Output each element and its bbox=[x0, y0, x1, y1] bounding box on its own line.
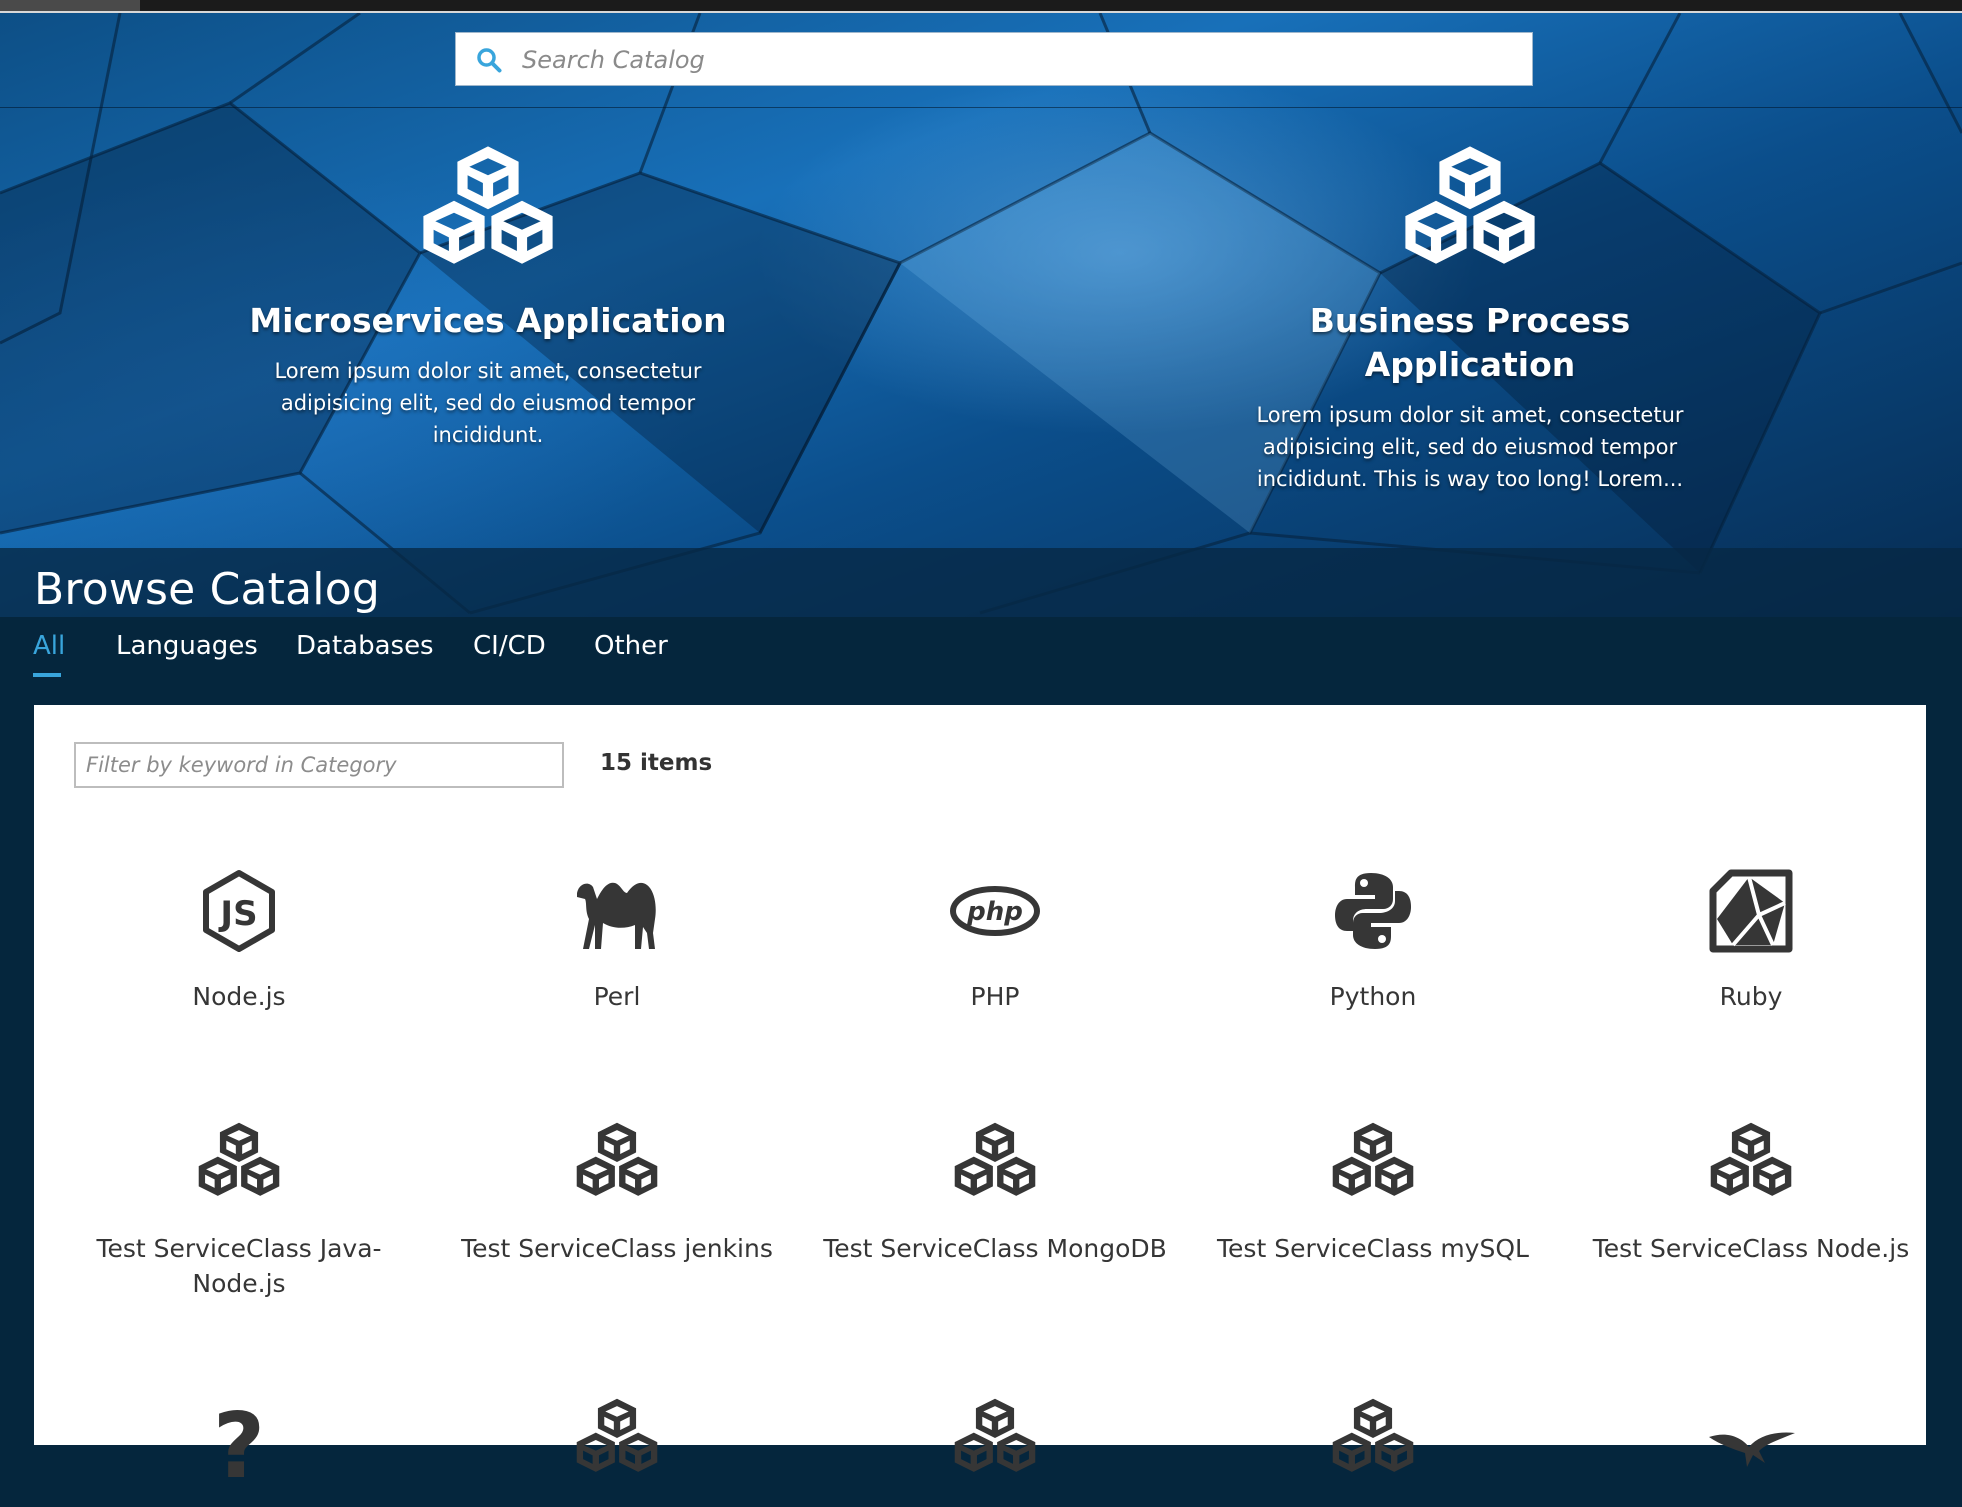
catalog-item-row3-5[interactable] bbox=[1562, 1391, 1940, 1507]
catalog-item-php[interactable]: php PHP bbox=[806, 863, 1184, 1014]
php-icon: php bbox=[950, 886, 1040, 936]
catalog-item-unknown[interactable]: ? bbox=[50, 1391, 428, 1507]
category-tabs: All Languages Databases CI/CD Other bbox=[0, 617, 1962, 705]
bird-icon bbox=[1709, 1432, 1795, 1467]
catalog-item-row3-3[interactable] bbox=[806, 1391, 1184, 1507]
catalog-item-java-nodejs[interactable]: Test ServiceClass Java-Node.js bbox=[50, 1115, 428, 1301]
catalog-item-row3-4[interactable] bbox=[1184, 1391, 1562, 1507]
search-input[interactable] bbox=[520, 41, 1504, 79]
featured-card-microservices[interactable]: Microservices Application Lorem ipsum do… bbox=[248, 143, 728, 451]
catalog-item-servicenode[interactable]: Test ServiceClass Node.js bbox=[1562, 1115, 1940, 1266]
cubes-icon bbox=[576, 1398, 658, 1472]
catalog-item-nodejs[interactable]: JS Node.js bbox=[50, 863, 428, 1014]
svg-text:php: php bbox=[966, 897, 1023, 927]
browser-top-bar bbox=[0, 0, 1962, 13]
catalog-item-label: Test ServiceClass jenkins bbox=[461, 1234, 773, 1263]
page-title: Browse Catalog bbox=[34, 564, 380, 615]
search-row bbox=[0, 13, 1962, 108]
catalog-item-label: Python bbox=[1329, 982, 1417, 1011]
tab-languages[interactable]: Languages bbox=[116, 631, 258, 661]
featured-description: Lorem ipsum dolor sit amet, consectetur … bbox=[1256, 403, 1684, 491]
catalog-item-perl[interactable]: Perl bbox=[428, 863, 806, 1014]
tab-databases[interactable]: Databases bbox=[296, 631, 434, 661]
python-icon bbox=[1335, 873, 1411, 949]
featured-card-business-process[interactable]: Business Process Application Lorem ipsum… bbox=[1230, 143, 1710, 495]
cubes-icon bbox=[423, 146, 553, 264]
catalog-item-label: Test ServiceClass Node.js bbox=[1592, 1234, 1910, 1263]
hero-banner: Microservices Application Lorem ipsum do… bbox=[0, 13, 1962, 617]
catalog-item-mysql[interactable]: Test ServiceClass mySQL bbox=[1184, 1115, 1562, 1266]
catalog-item-label: Ruby bbox=[1719, 982, 1783, 1011]
featured-title: Business Process Application bbox=[1309, 301, 1631, 384]
catalog-item-label: Test ServiceClass MongoDB bbox=[823, 1234, 1167, 1263]
catalog-item-label: Perl bbox=[593, 982, 641, 1011]
tab-other[interactable]: Other bbox=[594, 631, 668, 661]
active-tab-indicator bbox=[33, 673, 61, 677]
search-icon bbox=[477, 48, 502, 73]
svg-text:?: ? bbox=[213, 1394, 265, 1487]
browse-header: Browse Catalog bbox=[0, 548, 1962, 617]
catalog-item-label: Test ServiceClass mySQL bbox=[1217, 1234, 1529, 1263]
cubes-icon bbox=[954, 1122, 1036, 1196]
cubes-icon bbox=[1710, 1122, 1792, 1196]
catalog-item-label: Test ServiceClass Java-Node.js bbox=[96, 1234, 382, 1298]
cubes-icon bbox=[576, 1122, 658, 1196]
cubes-icon bbox=[1405, 146, 1535, 264]
catalog-item-row3-2[interactable] bbox=[428, 1391, 806, 1507]
tab-ci-cd[interactable]: CI/CD bbox=[473, 631, 546, 661]
perl-camel-icon bbox=[577, 882, 656, 949]
svg-text:JS: JS bbox=[218, 894, 257, 934]
featured-title: Microservices Application bbox=[249, 301, 727, 340]
search-box[interactable] bbox=[455, 32, 1533, 86]
catalog-item-mongodb[interactable]: Test ServiceClass MongoDB bbox=[806, 1115, 1184, 1266]
catalog-grid: JS Node.js Perl php PHP Python Ruby Test… bbox=[34, 705, 1926, 1487]
nodejs-icon: JS bbox=[203, 870, 275, 952]
cubes-icon bbox=[198, 1122, 280, 1196]
catalog-item-label: Node.js bbox=[192, 982, 286, 1011]
question-mark-icon: ? bbox=[213, 1394, 265, 1487]
catalog-item-jenkins[interactable]: Test ServiceClass jenkins bbox=[428, 1115, 806, 1266]
catalog-item-ruby[interactable]: Ruby bbox=[1562, 863, 1940, 1014]
catalog-item-label: PHP bbox=[970, 982, 1020, 1011]
featured-description: Lorem ipsum dolor sit amet, consectetur … bbox=[274, 359, 702, 447]
cubes-icon bbox=[1332, 1398, 1414, 1472]
tab-all[interactable]: All bbox=[33, 631, 65, 661]
cubes-icon bbox=[954, 1398, 1036, 1472]
catalog-item-python[interactable]: Python bbox=[1184, 863, 1562, 1014]
ruby-icon bbox=[1709, 869, 1793, 953]
catalog-panel: 15 items JS Node.js Perl php PHP bbox=[34, 705, 1926, 1487]
cubes-icon bbox=[1332, 1122, 1414, 1196]
